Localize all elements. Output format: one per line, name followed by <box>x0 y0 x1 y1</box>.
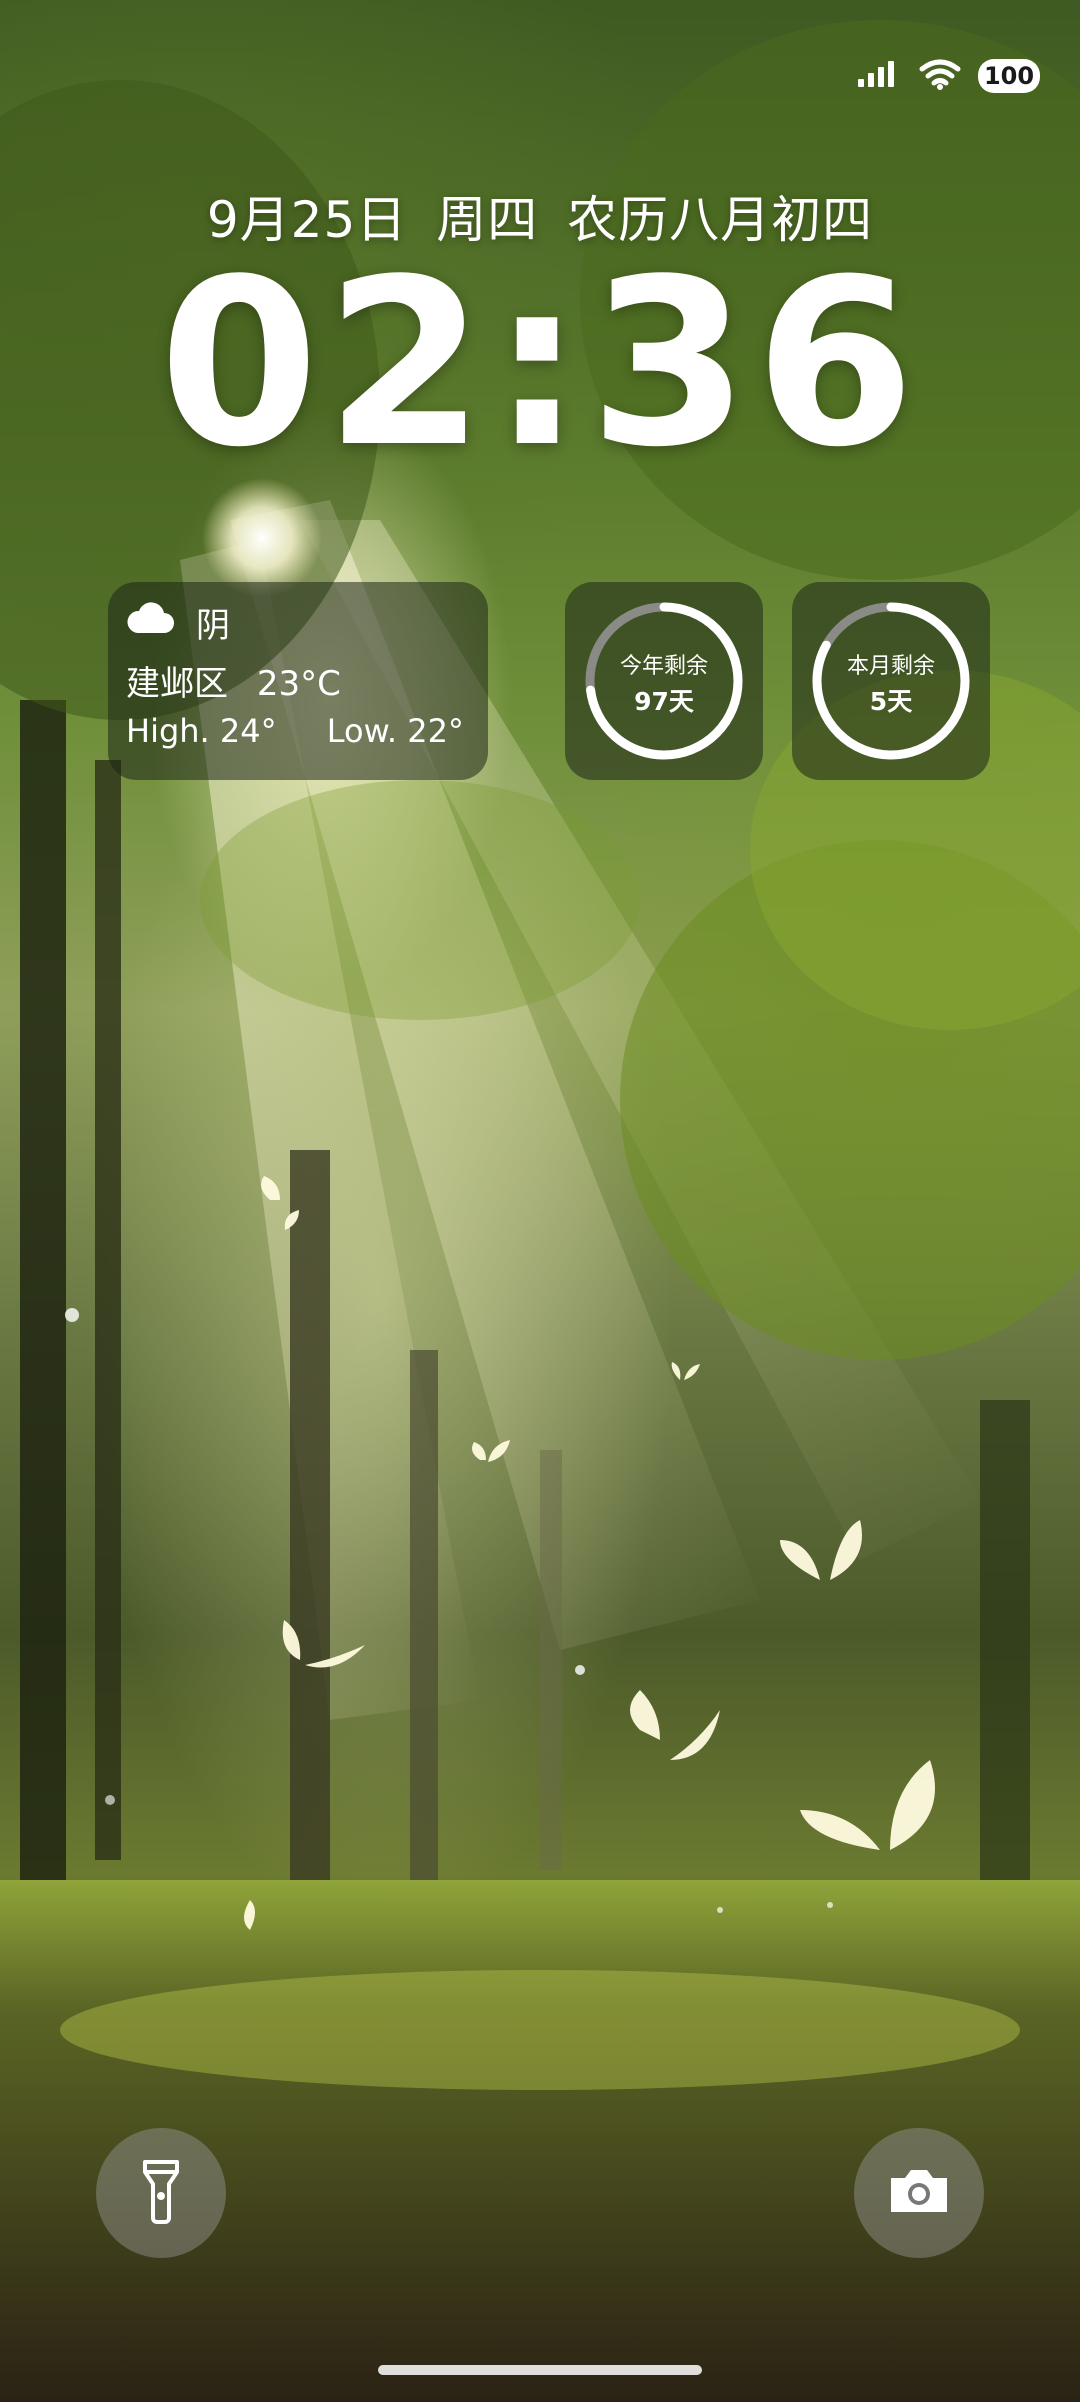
clock: 02:36 <box>158 231 922 498</box>
camera-icon <box>887 2166 951 2220</box>
month-remaining-widget[interactable]: 本月剩余 5天 <box>792 582 990 780</box>
battery-indicator: 100 <box>978 59 1040 93</box>
weather-high: High. 24° <box>126 712 277 750</box>
camera-button[interactable] <box>854 2128 984 2258</box>
weather-condition-row: 阴 <box>126 598 230 647</box>
home-indicator[interactable] <box>378 2365 702 2375</box>
flashlight-button[interactable] <box>96 2128 226 2258</box>
weather-temperature: 23°C <box>256 664 341 704</box>
year-remaining-widget[interactable]: 今年剩余 97天 <box>565 582 763 780</box>
weather-range-row: High. 24° Low. 22° <box>126 712 464 750</box>
month-remaining-value: 5天 <box>869 687 913 716</box>
cloud-icon <box>126 601 174 644</box>
weather-low: Low. 22° <box>326 712 464 750</box>
year-remaining-value: 97天 <box>634 687 694 716</box>
weather-location-row: 建邺区 23°C <box>126 656 341 705</box>
year-remaining-label: 今年剩余 <box>619 654 708 679</box>
year-progress-ring <box>585 602 743 760</box>
month-progress-ring <box>812 602 970 760</box>
cellular-signal-icon <box>856 59 902 93</box>
lock-screen: 100 9月25日 周四 农历八月初四 02:36 阴 建邺区 23°C Hig… <box>0 0 1080 2402</box>
weather-location: 建邺区 <box>126 664 228 704</box>
status-bar: 100 <box>856 58 1040 94</box>
flashlight-icon <box>141 2158 181 2228</box>
wifi-icon <box>918 57 962 95</box>
weather-condition: 阴 <box>196 606 230 646</box>
weather-widget[interactable]: 阴 建邺区 23°C High. 24° Low. 22° <box>108 582 488 780</box>
month-remaining-label: 本月剩余 <box>846 654 935 679</box>
